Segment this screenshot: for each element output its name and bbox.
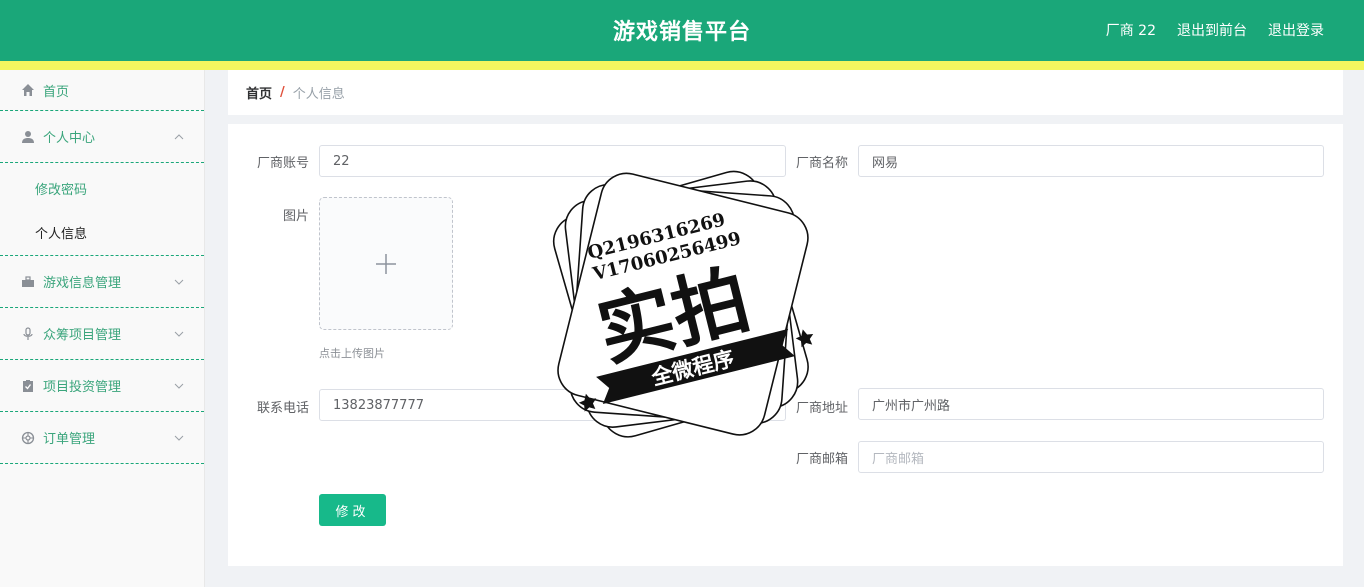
exit-to-front-link[interactable]: 退出到前台 bbox=[1177, 20, 1247, 40]
phone-label: 联系电话 bbox=[256, 401, 309, 416]
sidebar-item-label: 项目投资管理 bbox=[43, 380, 122, 395]
image-label: 图片 bbox=[282, 209, 309, 224]
clipboard-icon bbox=[20, 378, 36, 394]
sidebar-item-game-info[interactable]: 游戏信息管理 bbox=[0, 256, 204, 308]
sidebar-item-home[interactable]: 首页 bbox=[0, 70, 204, 111]
breadcrumb: 首页 / 个人信息 bbox=[228, 70, 1343, 115]
email-input[interactable]: 厂商邮箱 bbox=[858, 441, 1324, 473]
current-user: 厂商 22 bbox=[1105, 23, 1156, 39]
briefcase-icon bbox=[20, 274, 36, 290]
sidebar-item-change-password[interactable]: 修改密码 bbox=[0, 166, 204, 210]
user-icon bbox=[20, 129, 36, 145]
aperture-icon bbox=[20, 430, 36, 446]
sidebar: 首页 个人中心 修改密码 个人信息 游戏信息管理 众筹项目管理 项目投资管理 订… bbox=[0, 70, 205, 587]
address-label: 厂商地址 bbox=[795, 401, 848, 416]
plus-icon bbox=[376, 253, 396, 274]
sidebar-item-label: 首页 bbox=[43, 84, 70, 100]
sidebar-item-label: 订单管理 bbox=[43, 432, 96, 447]
sidebar-item-personal-info[interactable]: 个人信息 bbox=[0, 210, 204, 254]
address-input[interactable]: 广州市广州路 bbox=[858, 388, 1324, 420]
home-icon bbox=[20, 82, 36, 98]
chevron-down-icon bbox=[174, 331, 184, 337]
top-header: 游戏销售平台 厂商 22 退出到前台 退出登录 bbox=[0, 0, 1364, 61]
sidebar-item-investment[interactable]: 项目投资管理 bbox=[0, 360, 204, 412]
profile-form-card: 厂商账号 22 厂商名称 网易 图片 点击上传图片 联系电话 138238777… bbox=[228, 124, 1343, 566]
header-actions: 厂商 22 退出到前台 退出登录 bbox=[1106, 20, 1324, 40]
header-strip bbox=[0, 61, 1364, 70]
account-label: 厂商账号 bbox=[256, 156, 309, 171]
sidebar-item-label: 游戏信息管理 bbox=[43, 276, 122, 291]
name-label: 厂商名称 bbox=[795, 156, 848, 171]
sidebar-item-crowdfunding[interactable]: 众筹项目管理 bbox=[0, 308, 204, 360]
account-input[interactable]: 22 bbox=[319, 145, 786, 177]
sidebar-item-orders[interactable]: 订单管理 bbox=[0, 412, 204, 464]
microphone-icon bbox=[20, 326, 36, 342]
sidebar-item-label: 众筹项目管理 bbox=[43, 328, 122, 343]
logout-link[interactable]: 退出登录 bbox=[1268, 20, 1324, 40]
phone-input[interactable]: 13823877777 bbox=[319, 389, 786, 421]
upload-tip: 点击上传图片 bbox=[319, 347, 385, 360]
chevron-down-icon bbox=[174, 435, 184, 441]
breadcrumb-home[interactable]: 首页 bbox=[246, 83, 272, 102]
chevron-down-icon bbox=[174, 383, 184, 389]
personal-center-submenu: 修改密码 个人信息 bbox=[0, 163, 204, 256]
breadcrumb-current: 个人信息 bbox=[292, 87, 345, 102]
image-uploader[interactable] bbox=[319, 197, 453, 330]
name-input[interactable]: 网易 bbox=[858, 145, 1324, 177]
chevron-down-icon bbox=[174, 279, 184, 285]
sidebar-item-personal-center[interactable]: 个人中心 bbox=[0, 111, 204, 163]
email-label: 厂商邮箱 bbox=[795, 452, 848, 467]
chevron-up-icon bbox=[174, 133, 184, 139]
submit-button[interactable]: 修改 bbox=[319, 494, 386, 526]
breadcrumb-separator: / bbox=[280, 85, 285, 100]
sidebar-item-label: 个人中心 bbox=[43, 131, 96, 146]
